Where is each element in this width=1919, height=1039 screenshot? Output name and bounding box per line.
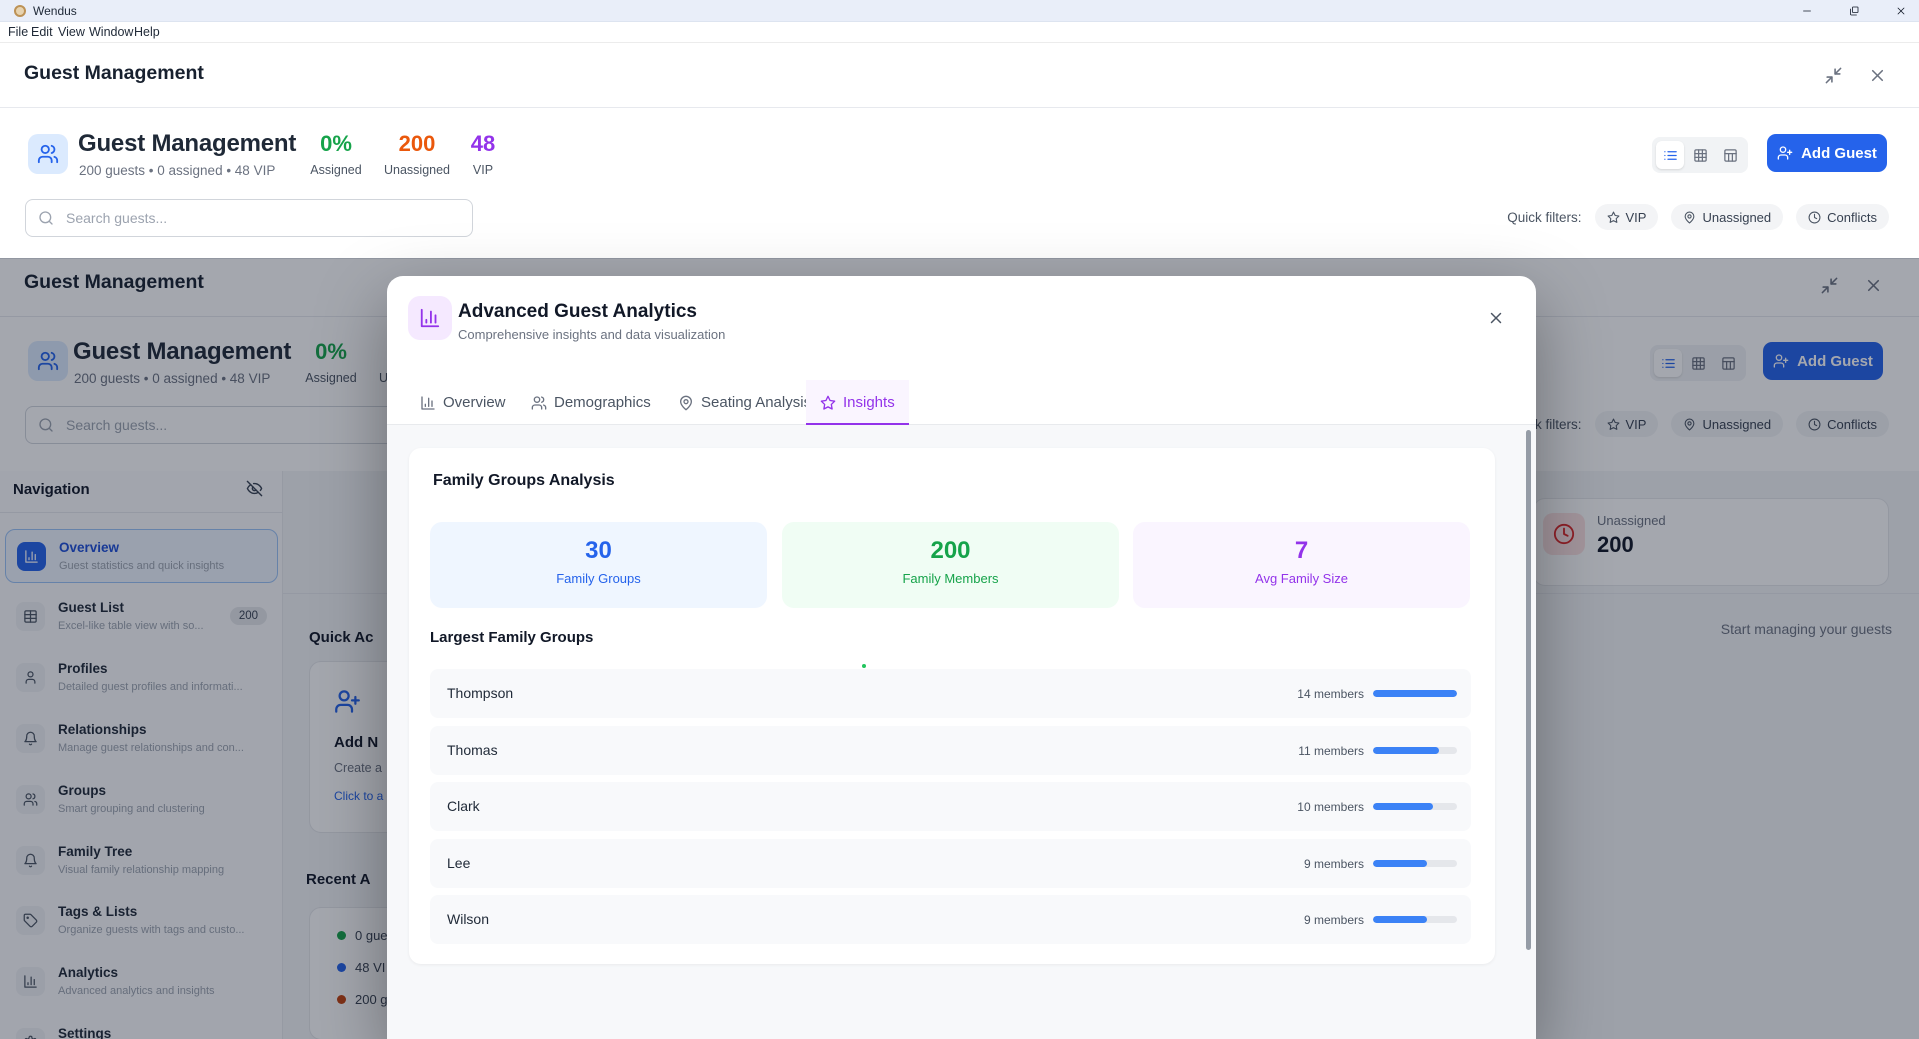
quick-filters-label: Quick filters:	[1507, 210, 1581, 225]
hero-stat-vip: 48 VIP	[458, 131, 508, 177]
bar-chart-icon	[408, 296, 452, 340]
panel-close-icon[interactable]	[1868, 66, 1887, 85]
family-group-row-thomas: Thomas 11 members	[430, 726, 1471, 775]
menu-edit[interactable]: Edit	[31, 25, 53, 39]
family-group-row-wilson: Wilson 9 members	[430, 895, 1471, 944]
group-progress-bar	[1373, 747, 1457, 754]
menu-window[interactable]: Window	[89, 25, 133, 39]
stat-label: Family Groups	[430, 571, 767, 586]
group-progress-bar	[1373, 860, 1457, 867]
search-input[interactable]	[25, 199, 473, 237]
analysis-stat-avg-family-size: 7 Avg Family Size	[1133, 522, 1470, 608]
add-guest-button[interactable]: Add Guest	[1767, 134, 1887, 172]
tab-insights[interactable]: Insights	[806, 380, 909, 425]
menu-file[interactable]: File	[8, 25, 28, 39]
panel-collapse-icon[interactable]	[1824, 66, 1843, 85]
analysis-title: Family Groups Analysis	[433, 472, 615, 490]
filter-pill-unassigned[interactable]: Unassigned	[1671, 204, 1783, 230]
advanced-analytics-modal: Advanced Guest Analytics Comprehensive i…	[387, 276, 1536, 1039]
stat-label: Family Members	[782, 571, 1119, 586]
group-name: Clark	[447, 798, 480, 814]
page-title: Guest Management	[24, 62, 204, 85]
modal-scrollbar[interactable]	[1526, 430, 1531, 950]
window-close-icon[interactable]	[1887, 0, 1915, 22]
menu-view[interactable]: View	[58, 25, 85, 39]
view-mode-switcher	[1652, 137, 1748, 173]
window-minimize-icon[interactable]	[1793, 0, 1821, 22]
app-title: Wendus	[33, 4, 77, 18]
group-name: Thomas	[447, 742, 498, 758]
os-titlebar: Wendus	[0, 0, 1919, 22]
group-name: Wilson	[447, 911, 489, 927]
filter-pill-conflicts[interactable]: Conflicts	[1796, 204, 1889, 230]
family-group-row-lee: Lee 9 members	[430, 839, 1471, 888]
stat-value: 200	[382, 131, 452, 157]
stat-label: Unassigned	[382, 163, 452, 177]
stat-value: 7	[1133, 537, 1470, 565]
tab-seating-analysis[interactable]: Seating Analysis	[678, 380, 811, 425]
search-box	[25, 199, 473, 237]
window-restore-icon[interactable]	[1840, 0, 1868, 22]
stray-green-dot	[862, 664, 866, 668]
search-icon	[38, 210, 54, 226]
guest-management-icon	[28, 134, 68, 174]
group-name: Thompson	[447, 685, 513, 701]
modal-subtitle: Comprehensive insights and data visualiz…	[458, 327, 725, 342]
stat-label: VIP	[458, 163, 508, 177]
analysis-stat-family-groups: 30 Family Groups	[430, 522, 767, 608]
list-view-icon[interactable]	[1656, 141, 1684, 169]
quick-filters: Quick filters: VIP Unassigned Conflicts	[1507, 204, 1889, 230]
analysis-stat-family-members: 200 Family Members	[782, 522, 1119, 608]
menu-bar: FileEdit View WindowHelp	[0, 22, 1919, 43]
modal-title: Advanced Guest Analytics	[458, 301, 697, 323]
hero-subtitle: 200 guests • 0 assigned • 48 VIP	[79, 163, 275, 178]
filter-pill-vip[interactable]: VIP	[1595, 204, 1659, 230]
hero-stat-unassigned: 200 Unassigned	[382, 131, 452, 177]
group-name: Lee	[447, 855, 470, 871]
tab-overview[interactable]: Overview	[420, 380, 506, 425]
group-members: 9 members	[1304, 857, 1364, 871]
table-view-icon[interactable]	[1716, 141, 1744, 169]
stat-value: 0%	[305, 131, 367, 157]
modal-close-icon[interactable]	[1480, 302, 1512, 334]
group-progress-bar	[1373, 916, 1457, 923]
menu-help[interactable]: Help	[134, 25, 160, 39]
hero-title: Guest Management	[78, 130, 296, 158]
stat-value: 30	[430, 537, 767, 565]
largest-groups-title: Largest Family Groups	[430, 629, 593, 646]
stat-label: Avg Family Size	[1133, 571, 1470, 586]
group-members: 10 members	[1297, 800, 1364, 814]
group-progress-bar	[1373, 690, 1457, 697]
group-members: 11 members	[1298, 744, 1364, 758]
group-progress-bar	[1373, 803, 1457, 810]
family-group-row-clark: Clark 10 members	[430, 782, 1471, 831]
group-members: 9 members	[1304, 913, 1364, 927]
modal-content: Family Groups Analysis 30 Family Groups2…	[387, 425, 1536, 1039]
user-plus-icon	[1777, 145, 1793, 161]
stat-value: 200	[782, 537, 1119, 565]
family-groups-analysis-card: Family Groups Analysis 30 Family Groups2…	[409, 448, 1495, 964]
group-members: 14 members	[1297, 687, 1364, 701]
hero-stat-assigned: 0% Assigned	[305, 131, 367, 177]
stat-value: 48	[458, 131, 508, 157]
modal-tabs: Overview Demographics Seating AnalysisInsi…	[387, 380, 1536, 425]
app-window: Wendus FileEdit View WindowHelp Guest Mana…	[0, 0, 1919, 1039]
app-logo-icon	[14, 5, 26, 17]
stat-label: Assigned	[305, 163, 367, 177]
tab-demographics[interactable]: Demographics	[531, 380, 651, 425]
family-group-row-thompson: Thompson 14 members	[430, 669, 1471, 718]
grid-view-icon[interactable]	[1686, 141, 1714, 169]
